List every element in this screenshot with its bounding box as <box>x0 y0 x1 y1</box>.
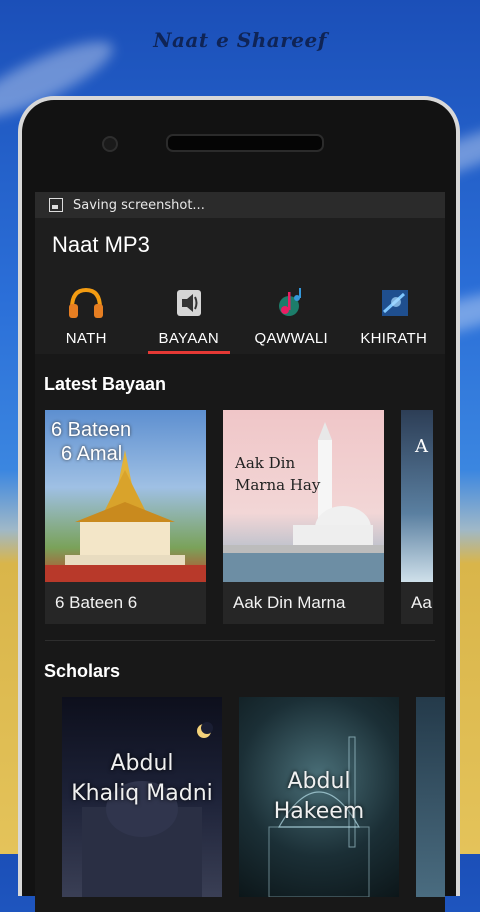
music-notes-icon <box>271 284 311 322</box>
card-caption: 6 Bateen 6 <box>55 593 138 612</box>
tab-khirath[interactable]: KHIRATH <box>343 272 446 354</box>
bayaan-card[interactable]: 6 Bateen 6 Amal 6 Bateen 6 <box>45 410 206 624</box>
app-screen: Saving screenshot... Naat MP3 NATH BAYAA… <box>35 192 445 912</box>
card-overlay-line1: A <box>415 436 428 457</box>
card-overlay-line2: Marna Hay <box>235 476 321 494</box>
tab-label: KHIRATH <box>360 330 428 347</box>
scholar-card[interactable] <box>416 697 445 897</box>
tab-label: BAYAAN <box>158 330 219 347</box>
tab-label: QAWWALI <box>254 330 328 347</box>
app-title: Naat MP3 <box>52 232 150 257</box>
app-bar: Naat MP3 <box>35 218 445 272</box>
phone-frame: Saving screenshot... Naat MP3 NATH BAYAA… <box>18 96 460 912</box>
card-overlay-line1: Aak Din <box>235 454 296 472</box>
card-caption: Aa <box>411 593 432 612</box>
book-icon <box>374 284 414 322</box>
banner-title: Naat e Shareef <box>153 28 327 52</box>
status-notification: Saving screenshot... <box>73 197 205 213</box>
tab-label: NATH <box>65 330 107 347</box>
card-overlay-line1: 6 Bateen <box>51 419 132 441</box>
card-thumbnail: 6 Bateen 6 Amal <box>45 410 206 582</box>
scholar-name-line1: Abdul <box>287 769 351 794</box>
category-tabs: NATH BAYAAN QAWWALI KHIRATH <box>35 272 445 354</box>
tab-qawwali[interactable]: QAWWALI <box>240 272 343 354</box>
bayaan-card[interactable]: A Aa <box>401 410 433 624</box>
card-overlay-line2: 6 Amal <box>61 443 123 465</box>
card-thumbnail: A <box>401 410 433 582</box>
scholar-name-line1: Abdul <box>110 751 174 776</box>
scholars-heading: Scholars <box>44 661 121 681</box>
card-thumbnail: Aak Din Marna Hay <box>223 410 384 582</box>
bayaan-card[interactable]: Aak Din Marna Hay Aak Din Marna <box>223 410 384 624</box>
headphones-icon <box>66 284 106 322</box>
card-caption: Aak Din Marna <box>233 593 346 612</box>
latest-bayaan-heading: Latest Bayaan <box>44 374 167 394</box>
screenshot-icon <box>49 198 63 212</box>
scholar-name-line2: Hakeem <box>273 799 365 824</box>
scholar-card[interactable]: Abdul Hakeem <box>239 697 399 897</box>
speaker-grille <box>166 134 324 152</box>
speaker-icon <box>169 284 209 322</box>
scholar-card[interactable]: Abdul Khaliq Madni <box>62 697 222 897</box>
status-bar: Saving screenshot... <box>35 192 445 218</box>
tab-nath[interactable]: NATH <box>35 272 138 354</box>
tab-bayaan[interactable]: BAYAAN <box>138 272 241 354</box>
scholars-list: Abdul Khaliq Madni Abdul Hakeem <box>35 682 445 897</box>
scholar-name-line2: Khaliq Madni <box>71 781 213 806</box>
camera-icon <box>102 136 118 152</box>
latest-bayaan-list: 6 Bateen 6 Amal 6 Bateen 6 Aak Din Marna… <box>35 395 445 624</box>
